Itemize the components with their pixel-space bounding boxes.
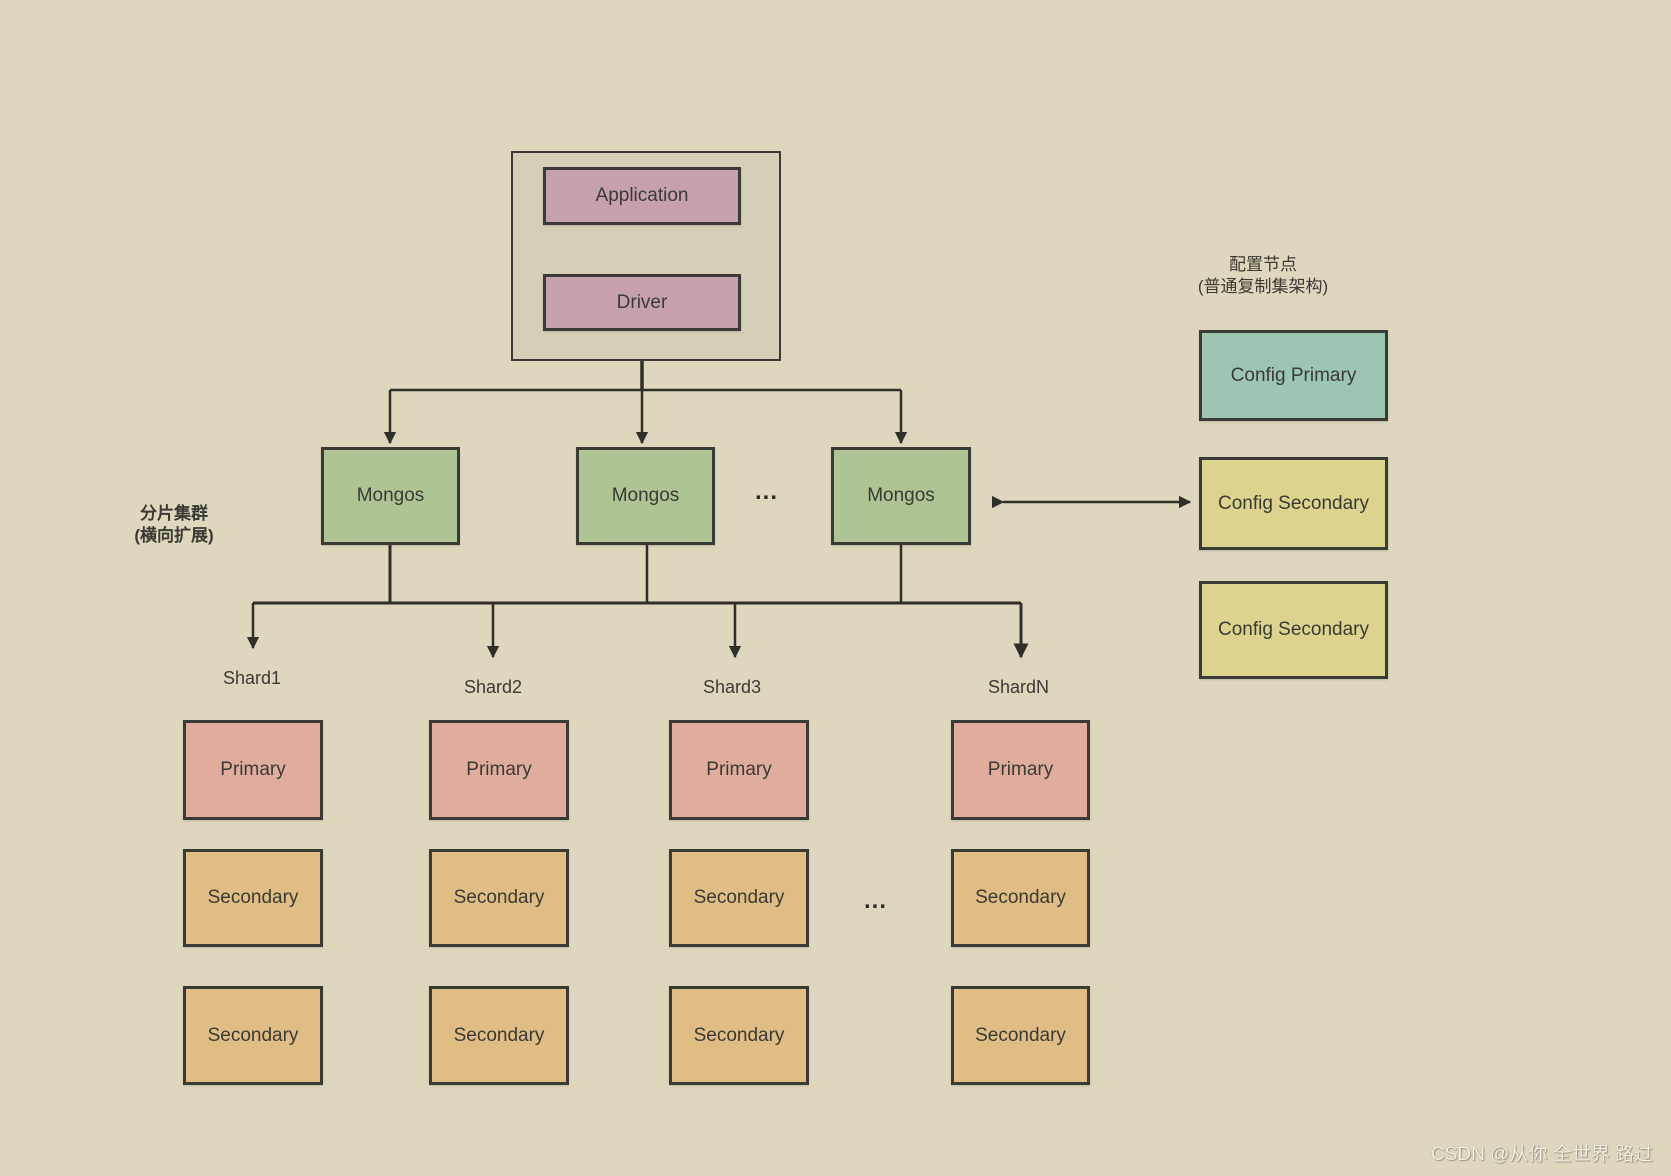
shard-label-1: Shard1 [223,668,282,688]
shard3-primary-node[interactable]: Primary [669,720,809,820]
mongos-label: Mongos [611,485,680,506]
node-label: Secondary [453,1024,545,1046]
shard1-secondary-node-1[interactable]: Secondary [183,849,323,947]
shard-label-3: Shard3 [703,677,762,697]
config-secondary-node-1[interactable]: Config Secondary [1199,457,1388,550]
config-node-label: Config Primary [1230,364,1357,386]
mongos-node-2[interactable]: Mongos [576,447,715,545]
shard1-primary-node[interactable]: Primary [183,720,323,820]
node-label: Primary [706,759,772,780]
shardN-primary-node[interactable]: Primary [951,720,1090,820]
mongos-node-1[interactable]: Mongos [321,447,460,545]
node-label: Primary [220,759,286,780]
shard2-secondary-node-2[interactable]: Secondary [429,986,569,1085]
shardN-secondary-node-1[interactable]: Secondary [951,849,1090,947]
node-label: Primary [466,759,532,780]
mongos-label: Mongos [356,485,425,506]
shard3-secondary-node-2[interactable]: Secondary [669,986,809,1085]
config-node-label: Config Secondary [1217,619,1370,640]
application-label: Application [595,185,689,206]
application-node[interactable]: Application [543,167,741,225]
shard-cluster-caption-line2: (横向扩展) [134,526,214,545]
node-label: Primary [987,759,1054,780]
config-caption-line1: 配置节点 [1229,255,1297,274]
driver-node[interactable]: Driver [543,274,741,331]
shard-label-2: Shard2 [464,677,523,697]
driver-label: Driver [616,291,668,313]
config-node-label: Config Secondary [1217,492,1370,514]
shards-ellipsis: ... [864,887,888,914]
shard-label-n: ShardN [988,677,1050,697]
node-label: Secondary [453,887,545,908]
shard-cluster-caption: 分片集群 (横向扩展) [124,503,224,547]
shard2-secondary-node-1[interactable]: Secondary [429,849,569,947]
config-caption-line2: (普通复制集架构) [1197,277,1329,296]
node-label: Secondary [693,1024,785,1046]
node-label: Secondary [207,887,299,908]
shard3-secondary-node-1[interactable]: Secondary [669,849,809,947]
shard-cluster-caption-line1: 分片集群 [140,504,208,523]
config-secondary-node-2[interactable]: Config Secondary [1199,581,1388,679]
node-label: Secondary [975,1024,1066,1046]
mongos-label: Mongos [867,485,935,506]
node-label: Secondary [207,1024,299,1046]
shardN-secondary-node-2[interactable]: Secondary [951,986,1090,1085]
node-label: Secondary [693,887,785,908]
mongos-node-3[interactable]: Mongos [831,447,971,545]
watermark: CSDN @从你 全世界 路过 [1431,1144,1653,1165]
shard2-primary-node[interactable]: Primary [429,720,569,820]
config-primary-node[interactable]: Config Primary [1199,330,1388,421]
shard1-secondary-node-2[interactable]: Secondary [183,986,323,1085]
config-caption: 配置节点 (普通复制集架构) [1183,254,1343,298]
node-label: Secondary [975,887,1066,908]
mongos-ellipsis: ... [755,478,779,505]
